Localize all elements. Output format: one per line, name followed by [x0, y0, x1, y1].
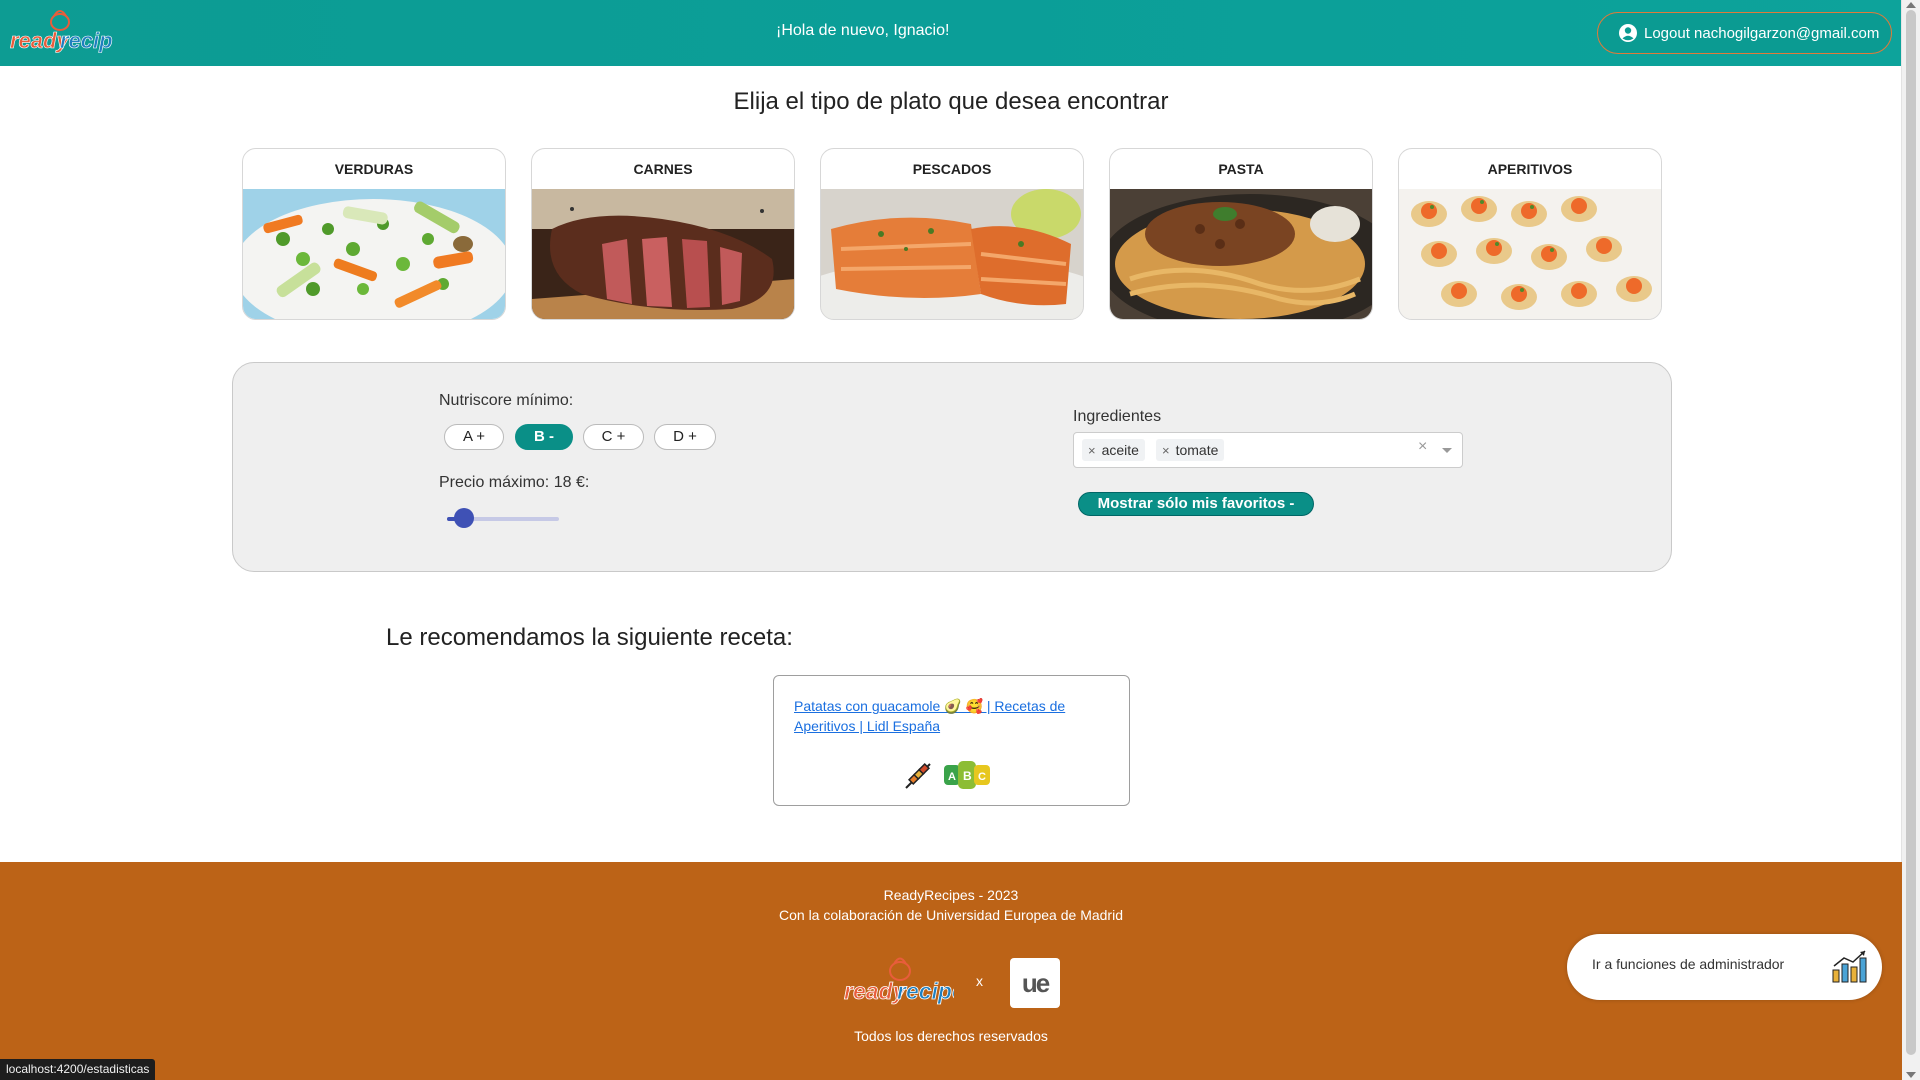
nutriscore-badge: A B C: [944, 761, 990, 789]
category-label: CARNES: [633, 161, 693, 177]
remove-chip-icon[interactable]: ×: [1088, 443, 1096, 458]
nutriscore-option-d[interactable]: D +: [654, 424, 716, 450]
footer-copyright: ReadyRecipes - 2023: [883, 887, 1019, 903]
footer-collaboration: Con la colaboración de Universidad Europ…: [779, 907, 1123, 923]
ue-logo-text: ue: [1021, 967, 1050, 998]
logout-button[interactable]: Logout nachogilgarzon@gmail.com: [1597, 12, 1892, 54]
category-card-pasta[interactable]: PASTA: [1109, 148, 1373, 320]
pasta-image: [1110, 189, 1372, 319]
nutriscore-option-c[interactable]: C +: [583, 424, 644, 450]
scrollbar-thumb[interactable]: [1906, 10, 1916, 1055]
footer-separator: x: [976, 973, 983, 989]
scroll-down-arrow-icon[interactable]: [1906, 1072, 1916, 1078]
readyrecipes-logo[interactable]: ready recipes: [8, 8, 113, 58]
clear-ingredients-icon[interactable]: ×: [1418, 438, 1427, 456]
category-card-pescados[interactable]: PESCADOS: [820, 148, 1084, 320]
appetizers-image: [1399, 189, 1661, 319]
favorites-toggle-button[interactable]: Mostrar sólo mis favoritos -: [1078, 492, 1314, 516]
greeting-text: ¡Hola de nuevo, Ignacio!: [776, 22, 950, 39]
ingredient-chip: × aceite: [1082, 439, 1145, 461]
ue-logo: ue: [1010, 958, 1060, 1008]
price-slider-thumb[interactable]: [453, 508, 474, 528]
recommendation-title: Le recomendamos la siguiente receta:: [386, 624, 793, 651]
top-navbar: ready recipes ¡Hola de nuevo, Ignacio! L…: [0, 0, 1902, 66]
svg-text:C: C: [978, 771, 986, 783]
category-section-title: Elija el tipo de plato que desea encontr…: [733, 88, 1169, 115]
svg-text:recipes: recipes: [60, 28, 113, 53]
scroll-up-arrow-icon[interactable]: [1906, 2, 1916, 8]
ingredient-chip: × tomate: [1156, 439, 1225, 461]
skewer-icon: [905, 762, 931, 789]
meat-image: [532, 189, 794, 319]
vegetables-image: [243, 189, 505, 319]
nutriscore-option-a[interactable]: A +: [444, 424, 504, 450]
category-card-carnes[interactable]: CARNES: [531, 148, 795, 320]
chevron-down-icon[interactable]: [1442, 448, 1452, 453]
bar-chart-icon: [1832, 950, 1867, 983]
salmon-image: [821, 189, 1083, 319]
admin-functions-label: Ir a funciones de administrador: [1592, 956, 1785, 972]
svg-text:B: B: [963, 769, 972, 783]
category-label: PASTA: [1218, 161, 1264, 177]
nutriscore-option-b[interactable]: B -: [515, 424, 573, 450]
page-scrollbar[interactable]: [1901, 0, 1920, 1080]
logout-label: Logout nachogilgarzon@gmail.com: [1644, 24, 1880, 42]
ingredient-chip-label: aceite: [1101, 442, 1139, 458]
category-label: APERITIVOS: [1487, 161, 1573, 177]
price-label: Precio máximo: 18 €:: [439, 474, 590, 491]
svg-text:recipes: recipes: [897, 978, 954, 1004]
footer-rights: Todos los derechos reservados: [854, 1028, 1048, 1044]
ingredient-chip-label: tomate: [1175, 442, 1219, 458]
svg-text:A: A: [948, 771, 956, 783]
remove-chip-icon[interactable]: ×: [1162, 443, 1170, 458]
category-label: PESCADOS: [912, 161, 992, 177]
recipe-link[interactable]: Patatas con guacamole 🥑 🥰 | Recetas de A…: [794, 696, 1094, 736]
category-label: VERDURAS: [334, 161, 414, 177]
category-card-verduras[interactable]: VERDURAS: [242, 148, 506, 320]
account-circle-icon: [1619, 24, 1637, 42]
readyrecipes-footer-logo: ready recipes: [844, 957, 954, 1004]
nutriscore-label: Nutriscore mínimo:: [439, 392, 574, 409]
category-card-aperitivos[interactable]: APERITIVOS: [1398, 148, 1662, 320]
ingredients-select[interactable]: × aceite × tomate: [1073, 432, 1463, 468]
browser-status-url: localhost:4200/estadisticas: [0, 1059, 156, 1080]
ingredients-label: Ingredientes: [1073, 408, 1162, 425]
